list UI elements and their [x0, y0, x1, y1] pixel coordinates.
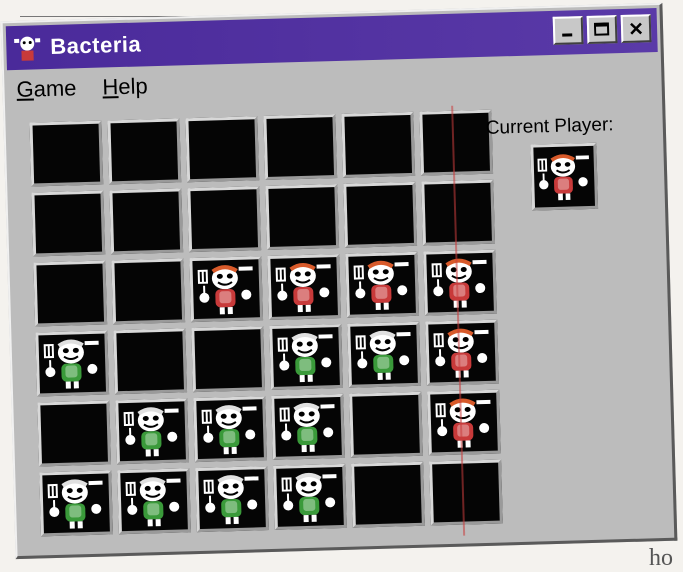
board-cell[interactable]: [267, 253, 342, 320]
board-cell[interactable]: [33, 260, 108, 327]
maximize-icon: [593, 22, 610, 36]
board-cell[interactable]: [271, 393, 345, 460]
board-cell[interactable]: [351, 461, 425, 528]
board-cell[interactable]: [421, 179, 496, 246]
board-cell[interactable]: [265, 184, 340, 250]
board-cell[interactable]: [429, 459, 503, 526]
minimize-icon: [562, 33, 573, 37]
board-cell[interactable]: [189, 256, 264, 323]
title-buttons: [552, 14, 652, 45]
board-cell[interactable]: [187, 186, 262, 253]
minimize-button[interactable]: [552, 16, 584, 45]
red-bacteria-icon: [275, 263, 331, 313]
game-board: [29, 109, 503, 537]
board-cell[interactable]: [193, 396, 267, 463]
menu-help-mnemonic: H: [102, 74, 119, 100]
close-icon: [630, 22, 643, 35]
green-bacteria-icon: [201, 405, 257, 455]
red-bacteria-icon: [431, 258, 487, 308]
board-cell[interactable]: [37, 400, 112, 467]
red-bacteria-icon: [537, 154, 589, 201]
menu-game-mnemonic: G: [16, 76, 34, 102]
board-cell[interactable]: [427, 389, 501, 456]
board-cell[interactable]: [273, 463, 347, 530]
board-cell[interactable]: [419, 109, 494, 176]
red-bacteria-icon: [353, 260, 409, 310]
board-cell[interactable]: [423, 249, 497, 316]
board-cell[interactable]: [425, 319, 499, 386]
green-bacteria-icon: [279, 402, 335, 453]
board-cell[interactable]: [263, 114, 338, 181]
menu-bar: Game Help: [16, 73, 148, 103]
board-cell[interactable]: [191, 326, 266, 393]
red-bacteria-icon: [435, 398, 491, 448]
green-bacteria-icon: [125, 477, 181, 527]
green-bacteria-icon: [281, 472, 337, 523]
board-cell[interactable]: [195, 466, 269, 533]
board-cell[interactable]: [111, 258, 186, 325]
green-bacteria-icon: [203, 475, 259, 525]
window-title: Bacteria: [49, 31, 142, 59]
green-bacteria-icon: [43, 339, 99, 389]
green-bacteria-icon: [277, 332, 333, 383]
board-cell[interactable]: [31, 190, 106, 257]
current-player-label: Current Player:: [485, 114, 614, 139]
board-cell[interactable]: [39, 470, 113, 537]
close-button[interactable]: [620, 14, 652, 44]
board-cell[interactable]: [115, 398, 190, 465]
board-cell[interactable]: [347, 321, 421, 388]
board-cell[interactable]: [113, 328, 188, 395]
board-cell[interactable]: [35, 330, 110, 397]
board-cell[interactable]: [185, 116, 260, 183]
menu-help-rest: elp: [117, 73, 148, 100]
green-bacteria-icon: [355, 330, 411, 380]
board-cell[interactable]: [341, 111, 416, 178]
board-cell[interactable]: [343, 181, 418, 248]
green-bacteria-icon: [123, 407, 179, 457]
board-cell[interactable]: [29, 120, 104, 187]
menu-help[interactable]: Help: [102, 73, 148, 100]
red-bacteria-icon: [433, 328, 489, 378]
menu-game-rest: ame: [33, 75, 77, 102]
board-cell[interactable]: [109, 188, 184, 255]
maximize-button[interactable]: [586, 15, 618, 44]
red-bacteria-icon: [197, 265, 253, 315]
board-cell[interactable]: [269, 323, 343, 390]
title-bar[interactable]: Bacteria: [5, 8, 658, 71]
menu-game[interactable]: Game: [16, 75, 77, 103]
green-bacteria-icon: [47, 479, 103, 529]
current-player-indicator: [530, 142, 599, 211]
game-window: Bacteria Game Help Current Player:: [0, 2, 678, 560]
board-cell[interactable]: [349, 391, 423, 458]
board-cell[interactable]: [117, 468, 191, 535]
board-cell[interactable]: [345, 251, 420, 318]
bacteria-icon: [14, 36, 41, 61]
board-cell[interactable]: [107, 118, 182, 185]
